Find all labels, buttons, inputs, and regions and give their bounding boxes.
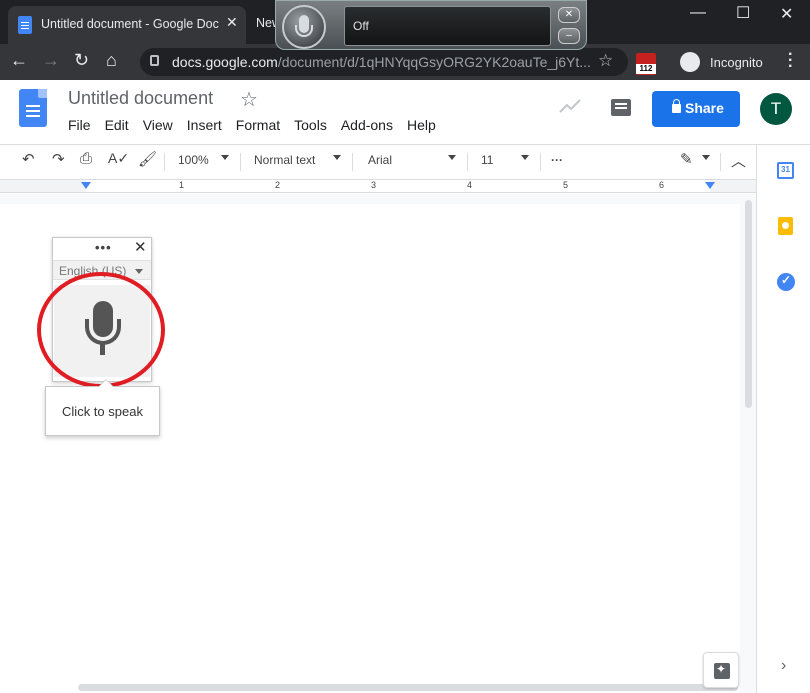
- speech-close-button[interactable]: ✕: [558, 7, 580, 23]
- menu-file[interactable]: File: [68, 117, 91, 133]
- menu-help[interactable]: Help: [407, 117, 436, 133]
- left-indent-marker[interactable]: [81, 182, 91, 189]
- pencil-icon[interactable]: ✎: [680, 150, 693, 168]
- star-icon[interactable]: ☆: [240, 87, 258, 112]
- ruler[interactable]: 1 2 3 4 5 6: [0, 180, 756, 193]
- forward-icon[interactable]: →: [42, 50, 60, 71]
- chevron-up-icon[interactable]: ︿: [731, 150, 746, 171]
- divider: [164, 153, 165, 171]
- chevron-down-icon: [702, 155, 710, 160]
- calendar-icon[interactable]: 31: [777, 162, 794, 179]
- minimize-window-icon[interactable]: —: [690, 4, 706, 22]
- tab-close-icon[interactable]: ✕: [226, 14, 238, 31]
- divider: [467, 153, 468, 171]
- tab-title: Untitled document - Google Docs: [41, 17, 219, 31]
- menu-insert[interactable]: Insert: [187, 117, 222, 133]
- zoom-select[interactable]: 100%: [178, 153, 209, 167]
- menu-format[interactable]: Format: [236, 117, 280, 133]
- voice-typing-menu-icon[interactable]: •••: [95, 240, 112, 255]
- avatar[interactable]: T: [760, 93, 792, 125]
- speech-status-display: Off: [344, 6, 551, 46]
- chevron-right-icon[interactable]: ›: [781, 657, 786, 675]
- more-tools-button[interactable]: ···: [551, 153, 563, 167]
- divider: [540, 153, 541, 171]
- ruler-number: 3: [371, 180, 377, 190]
- divider: [352, 153, 353, 171]
- chevron-down-icon: [135, 269, 143, 274]
- address-bar[interactable]: docs.google.com/document/d/1qHNYqqGsyORG…: [140, 48, 628, 76]
- paint-format-icon[interactable]: 🖌: [138, 150, 157, 168]
- right-indent-marker[interactable]: [705, 182, 715, 189]
- redo-icon[interactable]: ↷: [52, 150, 65, 168]
- incognito-label: Incognito: [710, 55, 763, 70]
- share-button[interactable]: Share: [652, 91, 740, 127]
- click-to-speak-tooltip: Click to speak: [45, 379, 160, 436]
- tasks-icon[interactable]: [777, 273, 795, 291]
- maximize-window-icon[interactable]: ☐: [736, 3, 750, 23]
- bookmark-star-icon[interactable]: ☆: [598, 51, 613, 71]
- vertical-scrollbar[interactable]: [745, 200, 752, 408]
- close-window-icon[interactable]: ✕: [780, 4, 793, 24]
- explore-icon: [714, 662, 730, 679]
- print-icon[interactable]: ⎙: [80, 150, 92, 167]
- explore-button[interactable]: [703, 652, 739, 688]
- share-label: Share: [685, 100, 724, 116]
- speech-minimize-button[interactable]: –: [558, 28, 580, 44]
- highlight-circle: [37, 272, 165, 388]
- ruler-number: 4: [467, 180, 473, 190]
- style-select[interactable]: Normal text: [254, 153, 315, 167]
- divider: [720, 153, 721, 171]
- incognito-indicator[interactable]: Incognito: [680, 50, 768, 74]
- chevron-down-icon: [521, 155, 529, 160]
- chevron-down-icon: [333, 155, 341, 160]
- extension-badge-count: 112: [636, 64, 656, 74]
- ruler-number: 6: [659, 180, 665, 190]
- ruler-number: 1: [179, 180, 185, 190]
- font-size-select[interactable]: 11: [481, 153, 493, 167]
- url-text: docs.google.com/document/d/1qHNYqqGsyORG…: [172, 54, 592, 70]
- keep-icon[interactable]: [778, 217, 793, 235]
- spellcheck-icon[interactable]: A✓: [108, 150, 129, 167]
- url-host: docs.google.com: [172, 54, 278, 70]
- horizontal-scrollbar[interactable]: [78, 684, 738, 691]
- back-icon[interactable]: ←: [10, 50, 28, 71]
- url-path: /document/d/1qHNYqqGsyORG2YK2oauTe_j6Yt.…: [277, 54, 591, 70]
- docs-menubar: File Edit View Insert Format Tools Add-o…: [68, 117, 450, 133]
- extension-icon[interactable]: 112: [636, 53, 656, 75]
- tab-google-docs[interactable]: Untitled document - Google Docs ✕: [8, 6, 246, 44]
- browser-menu-icon[interactable]: · · ·: [788, 47, 793, 75]
- docs-favicon-icon: [18, 16, 32, 34]
- mic-stand: [295, 25, 313, 37]
- speech-recognition-widget: Off ✕ –: [275, 0, 587, 50]
- speech-mic-button[interactable]: [282, 5, 326, 49]
- side-panel: 31 ›: [756, 145, 810, 693]
- incognito-icon: [680, 52, 700, 72]
- chevron-down-icon: [448, 155, 456, 160]
- speech-status-text: Off: [353, 19, 369, 33]
- tooltip-text: Click to speak: [62, 404, 143, 419]
- ruler-number: 2: [275, 180, 281, 190]
- edit-toolbar: ↶ ↷ ⎙ A✓ 🖌 100% Normal text Arial 11 ···…: [0, 145, 756, 177]
- lock-icon[interactable]: [150, 55, 159, 66]
- divider: [240, 153, 241, 171]
- menu-tools[interactable]: Tools: [294, 117, 327, 133]
- font-select[interactable]: Arial: [368, 153, 392, 167]
- document-title[interactable]: Untitled document: [68, 88, 213, 109]
- reload-icon[interactable]: ↻: [74, 50, 89, 71]
- lock-icon: [672, 99, 681, 113]
- menu-edit[interactable]: Edit: [105, 117, 129, 133]
- menu-addons[interactable]: Add-ons: [341, 117, 393, 133]
- docs-logo-icon[interactable]: [19, 89, 47, 127]
- activity-trend-icon[interactable]: [559, 99, 581, 113]
- chevron-down-icon: [221, 155, 229, 160]
- home-icon[interactable]: ⌂: [106, 50, 117, 71]
- comment-history-icon[interactable]: [611, 99, 631, 116]
- menu-view[interactable]: View: [143, 117, 173, 133]
- undo-icon[interactable]: ↶: [22, 150, 35, 168]
- ruler-number: 5: [563, 180, 569, 190]
- voice-typing-close-icon[interactable]: ✕: [134, 238, 147, 256]
